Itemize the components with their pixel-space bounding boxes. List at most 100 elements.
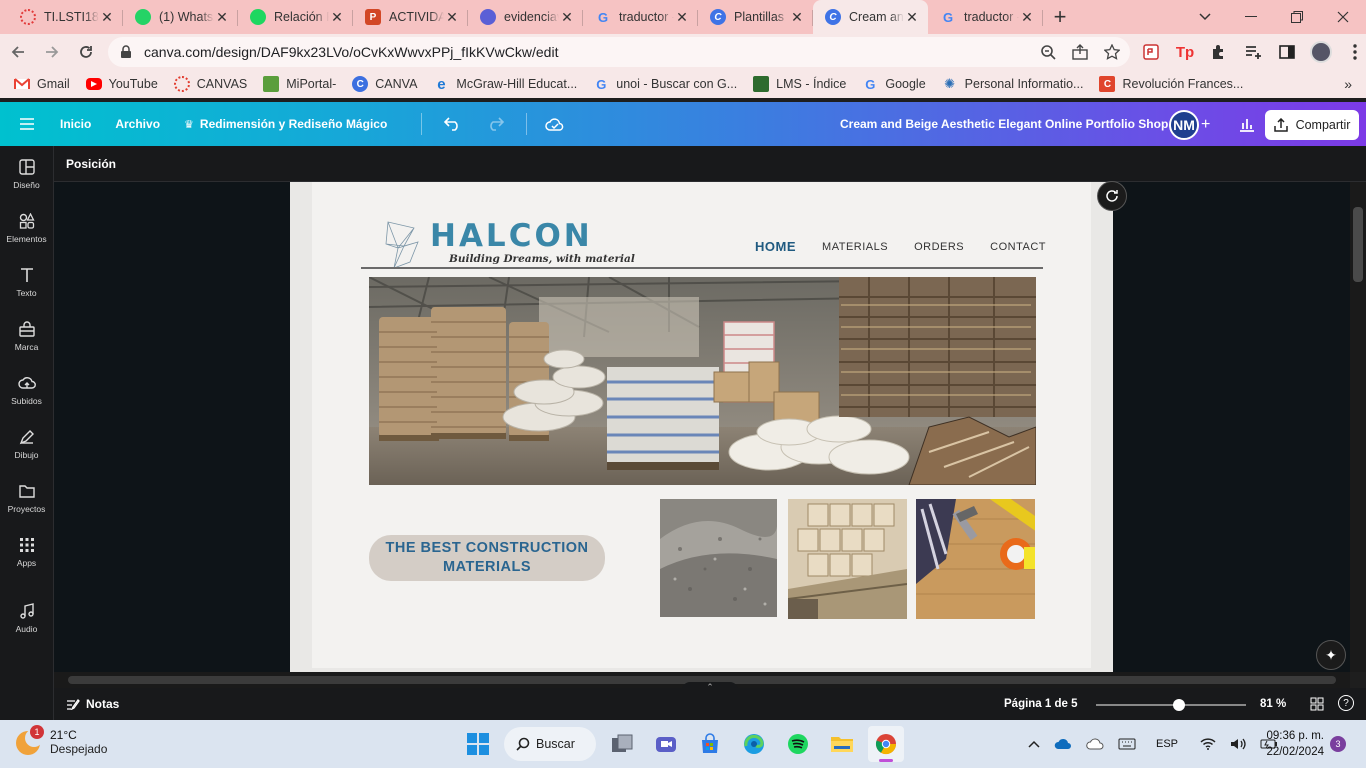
language-indicator[interactable]: ESP	[1156, 738, 1178, 750]
reading-list-icon[interactable]	[1242, 41, 1264, 63]
sidebar-item-texto[interactable]: Texto	[0, 254, 53, 308]
sidebar-item-subidos[interactable]: Subidos	[0, 362, 53, 416]
forward-button[interactable]	[36, 36, 68, 68]
headline-pill[interactable]: THE BEST CONSTRUCTION MATERIALS	[369, 535, 605, 581]
menu-inicio[interactable]: Inicio	[60, 117, 91, 131]
share-page-icon[interactable]	[1072, 44, 1088, 60]
back-button[interactable]	[2, 36, 34, 68]
vertical-scroll-thumb[interactable]	[1353, 207, 1363, 282]
magic-resize-button[interactable]: ♛ Redimensión y Rediseño Mágico	[184, 117, 387, 131]
system-clock[interactable]: 09:36 p. m. 22/02/2024	[1258, 728, 1324, 760]
weather-widget[interactable]: 1 21°C Despejado	[16, 725, 107, 756]
cloud-saved-icon[interactable]	[545, 117, 565, 131]
tab-search-icon[interactable]	[1182, 0, 1228, 34]
browser-tab[interactable]: Relación R✕	[238, 0, 353, 34]
onedrive-icon[interactable]	[1054, 738, 1072, 750]
browser-tab[interactable]: (1) WhatsA✕	[123, 0, 238, 34]
document-title[interactable]: Cream and Beige Aesthetic Elegant Online…	[840, 117, 1190, 131]
menu-archivo[interactable]: Archivo	[115, 117, 160, 131]
lumber-image[interactable]	[788, 499, 907, 619]
task-view-icon[interactable]	[604, 726, 640, 762]
nav-contact[interactable]: CONTACT	[990, 241, 1046, 253]
gravel-image[interactable]	[660, 499, 777, 617]
sidebar-item-apps[interactable]: Apps	[0, 524, 53, 578]
vertical-scrollbar[interactable]	[1350, 182, 1366, 672]
sidebar-item-elementos[interactable]: Elementos	[0, 200, 53, 254]
zoom-percent[interactable]: 81 %	[1260, 698, 1286, 710]
zoom-magnifier-icon[interactable]	[1040, 44, 1056, 60]
notification-badge[interactable]: 3	[1330, 736, 1346, 752]
canvas-area[interactable]: HALCON Building Dreams, with material HO…	[54, 182, 1350, 672]
close-tab-icon[interactable]: ✕	[214, 9, 230, 25]
bookmark-item[interactable]: LMS - Índice	[753, 76, 846, 92]
sidebar-item-proyectos[interactable]: Proyectos	[0, 470, 53, 524]
bookmark-item[interactable]: e McGraw-Hill Educat...	[433, 76, 577, 93]
comment-refresh-button[interactable]	[1097, 181, 1127, 211]
close-tab-icon[interactable]: ✕	[329, 9, 345, 25]
browser-tab[interactable]: TI.LSTI183✕	[8, 0, 123, 34]
page-indicator[interactable]: Página 1 de 5	[1004, 698, 1078, 710]
bookmark-item[interactable]: YouTube	[85, 76, 158, 92]
keyboard-icon[interactable]	[1118, 738, 1136, 750]
bookmark-star-icon[interactable]	[1104, 44, 1120, 60]
bookmark-item[interactable]: Gmail	[14, 76, 70, 92]
side-panel-icon[interactable]	[1276, 41, 1298, 63]
bookmark-item[interactable]: ✺ Personal Informatio...	[942, 76, 1083, 92]
file-explorer-icon[interactable]	[824, 726, 860, 762]
tools-image[interactable]	[916, 499, 1035, 619]
address-bar[interactable]: canva.com/design/DAF9kx23LVo/oCvKxWwvxPP…	[108, 37, 1130, 67]
design-page[interactable]: HALCON Building Dreams, with material HO…	[312, 182, 1091, 668]
pdf-extension-icon[interactable]	[1140, 41, 1162, 63]
profile-avatar[interactable]	[1310, 41, 1332, 63]
magic-assistant-button[interactable]: ✦	[1316, 640, 1346, 670]
position-button[interactable]: Posición	[66, 157, 116, 171]
browser-tab[interactable]: C Cream and✕	[813, 0, 928, 34]
reload-button[interactable]	[70, 36, 102, 68]
bookmark-item[interactable]: Gunoi - Buscar con G...	[593, 76, 737, 92]
undo-icon[interactable]	[444, 117, 462, 131]
close-tab-icon[interactable]: ✕	[1019, 9, 1035, 25]
close-tab-icon[interactable]: ✕	[674, 9, 690, 25]
close-tab-icon[interactable]: ✕	[99, 9, 115, 25]
volume-icon[interactable]	[1230, 738, 1246, 750]
minimize-button[interactable]	[1228, 0, 1274, 34]
close-tab-icon[interactable]: ✕	[559, 9, 575, 25]
browser-menu-icon[interactable]	[1344, 41, 1366, 63]
new-tab-button[interactable]: +	[1043, 0, 1077, 34]
insights-chart-icon[interactable]	[1234, 110, 1260, 138]
user-avatar[interactable]: NM	[1169, 110, 1199, 140]
grid-view-icon[interactable]	[1310, 697, 1324, 711]
invite-plus-icon[interactable]: +	[1201, 116, 1210, 134]
bookmark-item[interactable]: C CANVA	[352, 76, 417, 92]
share-button[interactable]: Compartir	[1265, 110, 1359, 140]
chevron-up-icon[interactable]	[1028, 740, 1040, 748]
sidebar-item-dibujo[interactable]: Dibujo	[0, 416, 53, 470]
spotify-icon[interactable]	[780, 726, 816, 762]
bookmark-item[interactable]: MiPortal-	[263, 76, 336, 92]
browser-tab[interactable]: P ACTIVIDAD✕	[353, 0, 468, 34]
warehouse-hero-image[interactable]	[369, 277, 1036, 485]
puzzle-extensions-icon[interactable]	[1208, 41, 1230, 63]
close-tab-icon[interactable]: ✕	[444, 9, 460, 25]
browser-tab[interactable]: C Plantillas ✕	[698, 0, 813, 34]
help-icon[interactable]: ?	[1338, 695, 1354, 711]
browser-tab[interactable]: Gtraductor - ✕	[928, 0, 1043, 34]
notes-button[interactable]: Notas	[66, 697, 119, 711]
start-windows-icon[interactable]	[460, 726, 496, 762]
nav-materials[interactable]: MATERIALS	[822, 241, 888, 253]
nav-orders[interactable]: ORDERS	[914, 241, 964, 253]
chrome-taskbar-icon[interactable]	[868, 726, 904, 762]
wifi-icon[interactable]	[1200, 738, 1216, 750]
nav-home[interactable]: HOME	[755, 239, 796, 254]
close-tab-icon[interactable]: ✕	[789, 9, 805, 25]
halcon-logo[interactable]: HALCON Building Dreams, with material	[384, 218, 635, 270]
teams-meet-icon[interactable]	[648, 726, 684, 762]
browser-tab[interactable]: evidenciav ✕	[468, 0, 583, 34]
browser-tab[interactable]: Gtraductor - ✕	[583, 0, 698, 34]
bookmark-item[interactable]: G Google	[862, 76, 925, 92]
bookmark-item[interactable]: CANVAS	[173, 76, 247, 92]
microsoft-store-icon[interactable]	[692, 726, 728, 762]
cloud-icon[interactable]	[1086, 738, 1104, 750]
sidebar-item-diseño[interactable]: Diseño	[0, 146, 53, 200]
hamburger-menu-icon[interactable]	[0, 117, 54, 131]
